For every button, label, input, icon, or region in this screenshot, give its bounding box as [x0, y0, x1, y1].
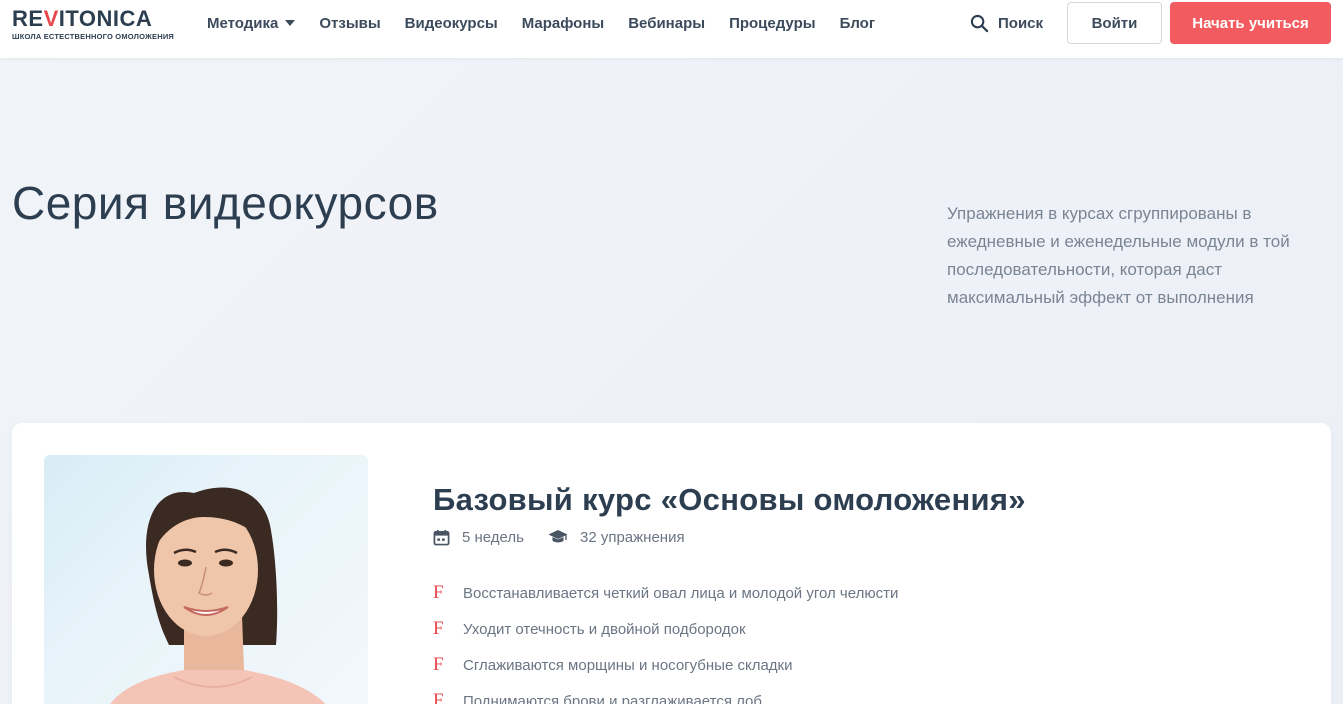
start-learning-button[interactable]: Начать учиться: [1170, 2, 1331, 44]
search-button[interactable]: Поиск: [970, 12, 1043, 34]
graduation-cap-icon: [548, 530, 568, 543]
nav-item-marathons[interactable]: Марафоны: [522, 15, 605, 32]
course-photo: [44, 455, 368, 704]
check-mark-icon: F: [433, 654, 444, 675]
search-label: Поиск: [998, 14, 1044, 32]
calendar-icon: [433, 529, 450, 545]
course-card[interactable]: Базовый курс «Основы омоложения» 5 недел…: [12, 423, 1331, 704]
logo-wordmark: REVITONICA: [12, 6, 153, 31]
benefit-text: Поднимаются брови и разглаживается лоб: [463, 692, 762, 704]
nav-item-webinars[interactable]: Вебинары: [628, 15, 705, 32]
login-button[interactable]: Войти: [1067, 2, 1162, 44]
list-item: F Уходит отечность и двойной подбородок: [433, 611, 898, 647]
logo-tagline: ШКОЛА ЕСТЕСТВЕННОГО ОМОЛОЖЕНИЯ: [12, 32, 175, 41]
nav-item-procedures[interactable]: Процедуры: [729, 15, 816, 32]
check-mark-icon: F: [433, 618, 444, 639]
chevron-down-icon: [285, 20, 296, 26]
hero-description: Упражнения в курсах сгруппированы в ежед…: [947, 204, 1290, 307]
course-title[interactable]: Базовый курс «Основы омоложения»: [433, 482, 1026, 518]
list-item: F Сглаживаются морщины и носогубные скла…: [433, 647, 898, 683]
check-mark-icon: F: [433, 582, 444, 603]
logo[interactable]: REVITONICA ШКОЛА ЕСТЕСТВЕННОГО ОМОЛОЖЕНИ…: [12, 6, 175, 47]
list-item: F Восстанавливается четкий овал лица и м…: [433, 575, 898, 611]
search-icon: [970, 14, 989, 32]
course-duration: 5 недель: [433, 529, 524, 546]
benefit-text: Восстанавливается четкий овал лица и мол…: [463, 584, 899, 602]
benefit-text: Сглаживаются морщины и носогубные складк…: [463, 656, 793, 674]
course-exercises: 32 упражнения: [548, 529, 685, 546]
course-benefits-list: F Восстанавливается четкий овал лица и м…: [433, 575, 898, 704]
main-nav: Методика Отзывы Видеокурсы Марафоны Веби…: [207, 0, 899, 46]
woman-portrait-image: [110, 487, 326, 704]
nav-item-reviews[interactable]: Отзывы: [319, 15, 380, 32]
nav-item-videocourses[interactable]: Видеокурсы: [405, 15, 498, 32]
nav-item-method[interactable]: Методика: [207, 15, 296, 32]
site-header: REVITONICA ШКОЛА ЕСТЕСТВЕННОГО ОМОЛОЖЕНИ…: [0, 0, 1343, 58]
list-item: F Поднимаются брови и разглаживается лоб: [433, 683, 898, 704]
course-exercises-label: 32 упражнения: [579, 528, 685, 546]
page-title: Серия видеокурсов: [12, 177, 439, 229]
benefit-text: Уходит отечность и двойной подбородок: [463, 620, 746, 638]
check-mark-icon: F: [433, 690, 444, 704]
course-meta: 5 недель 32 упражнения: [433, 526, 709, 548]
nav-item-blog[interactable]: Блог: [840, 15, 876, 32]
course-duration-label: 5 недель: [462, 528, 524, 546]
